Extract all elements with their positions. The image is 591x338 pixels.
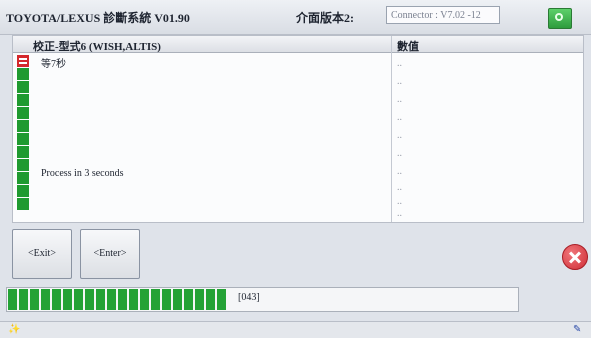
enter-button[interactable]: <Enter>	[80, 229, 140, 279]
table-row-value: ..	[397, 208, 402, 219]
table-row-label: Process in 3 seconds	[41, 168, 124, 179]
table-row-value: ..	[397, 148, 402, 159]
connector-status-field: Connector : V7.02 -12	[386, 6, 500, 24]
connect-button[interactable]	[548, 8, 572, 29]
row-status-ok	[17, 133, 29, 145]
table-row-label: 等7秒	[41, 59, 66, 70]
row-status-ok	[17, 94, 29, 106]
close-icon[interactable]	[562, 244, 588, 270]
row-status-ok	[17, 68, 29, 80]
row-status-ok	[17, 159, 29, 171]
interface-version-label: 介面版本2:	[296, 11, 354, 25]
row-status-ok	[17, 120, 29, 132]
title-bar: TOYOTA/LEXUS 診斷系統 V01.90 介面版本2: Connecto…	[0, 0, 591, 35]
table-row-value: ..	[397, 58, 402, 69]
status-bar: ✨ ✎	[0, 321, 591, 338]
pencil-icon[interactable]: ✎	[573, 324, 581, 335]
row-status-ok	[17, 185, 29, 197]
table-row-value: ..	[397, 94, 402, 105]
table-row-value: ..	[397, 196, 402, 207]
row-status-ok	[17, 198, 29, 210]
row-status-ok	[17, 146, 29, 158]
row-status-ok	[17, 107, 29, 119]
table-row-value: ..	[397, 130, 402, 141]
table-row-value: ..	[397, 182, 402, 193]
column-divider	[391, 36, 392, 222]
progress-fill	[8, 289, 227, 310]
progress-value: [043]	[238, 292, 260, 303]
table-row-value: ..	[397, 76, 402, 87]
exit-button[interactable]: <Exit>	[12, 229, 72, 279]
app-title: TOYOTA/LEXUS 診斷系統 V01.90	[6, 11, 190, 25]
column-header-name: 校正-型式6 (WISH,ALTIS)	[33, 41, 161, 53]
table-header: 校正-型式6 (WISH,ALTIS) 數值	[13, 36, 583, 53]
row-status-active	[17, 55, 29, 67]
column-header-value: 數值	[397, 41, 419, 53]
row-status-markers	[17, 55, 29, 211]
table-row-value: ..	[397, 112, 402, 123]
row-status-ok	[17, 81, 29, 93]
row-status-ok	[17, 172, 29, 184]
status-tool-icon[interactable]: ✨	[8, 324, 20, 335]
progress-bar: [043]	[6, 287, 519, 312]
data-table: 校正-型式6 (WISH,ALTIS) 數值 等7秒 Process in 3 …	[12, 35, 584, 223]
table-row-value: ..	[397, 166, 402, 177]
